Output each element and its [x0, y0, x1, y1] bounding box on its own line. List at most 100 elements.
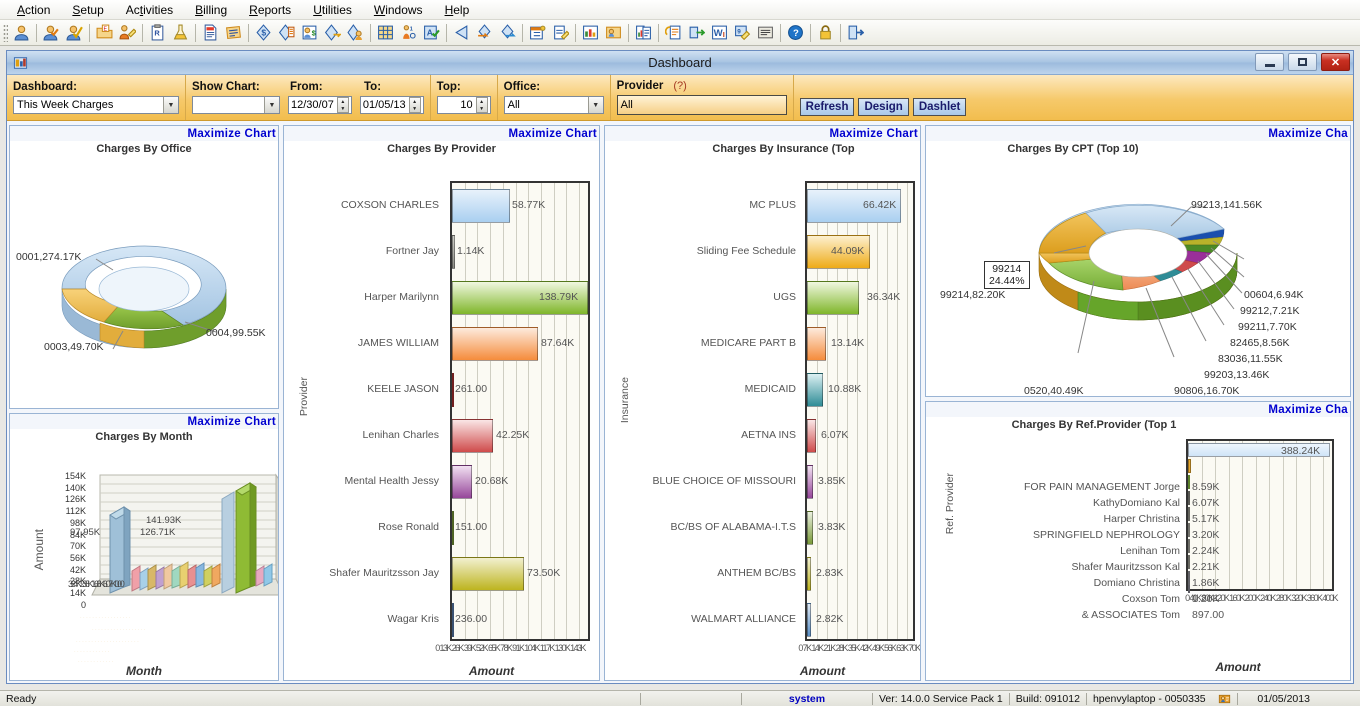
- calendar-icon[interactable]: [527, 22, 548, 43]
- refresh-list-icon[interactable]: [663, 22, 684, 43]
- ref-provider-bar-3[interactable]: [1188, 491, 1190, 505]
- provider-value-9: 236.00: [455, 613, 487, 625]
- provider-bar-9[interactable]: [452, 603, 454, 637]
- insurance-bar-3[interactable]: [807, 327, 826, 361]
- menu-item-billing[interactable]: Billing: [184, 1, 238, 19]
- office-select[interactable]: All ▼: [504, 96, 604, 114]
- doc-icon[interactable]: [200, 22, 221, 43]
- lock-icon[interactable]: [815, 22, 836, 43]
- insurance-bar-7[interactable]: [807, 511, 813, 545]
- open-folder-icon[interactable]: E: [94, 22, 115, 43]
- provider-bar-1[interactable]: [452, 235, 455, 269]
- ref-provider-bar-1[interactable]: [1188, 459, 1191, 473]
- ref-provider-category-5: Lenihan Tom: [1120, 545, 1180, 557]
- ref-provider-bar-5[interactable]: [1188, 523, 1190, 537]
- charge-list-icon[interactable]: [276, 22, 297, 43]
- top-input[interactable]: 10 ▲▼: [437, 96, 491, 114]
- ref-provider-bar-7[interactable]: [1188, 555, 1190, 569]
- maximize-button[interactable]: [1288, 53, 1317, 71]
- dashlet-button[interactable]: Dashlet: [913, 98, 967, 116]
- exit-icon[interactable]: [845, 22, 866, 43]
- ref-provider-bar-9[interactable]: [1188, 585, 1190, 593]
- insurance-bar-5[interactable]: [807, 419, 816, 453]
- provider-bar-0[interactable]: [452, 189, 510, 223]
- menu-item-setup[interactable]: Setup: [61, 1, 114, 19]
- top-spinner[interactable]: ▲▼: [476, 97, 488, 113]
- receive-icon[interactable]: [474, 22, 495, 43]
- menu-item-reports[interactable]: Reports: [238, 1, 302, 19]
- grid-icon[interactable]: [375, 22, 396, 43]
- provider-bar-7[interactable]: [452, 511, 454, 545]
- maximize-chart-link[interactable]: Maximize Chart: [829, 128, 918, 140]
- insurance-value-0: 66.42K: [863, 199, 896, 211]
- send-icon[interactable]: [497, 22, 518, 43]
- contact-card-icon[interactable]: [603, 22, 624, 43]
- patient-verify-icon[interactable]: [64, 22, 85, 43]
- reports-icon[interactable]: [633, 22, 654, 43]
- lab-flask-icon[interactable]: [170, 22, 191, 43]
- help-icon[interactable]: ?: [785, 22, 806, 43]
- month-chart-y-ticks: 154K 140K 126K 112K 98K 84K 70K 56K 42K …: [52, 471, 86, 611]
- show-chart-select[interactable]: ▼: [192, 96, 280, 114]
- claim-icon[interactable]: [322, 22, 343, 43]
- design-button[interactable]: Design: [858, 98, 908, 116]
- insurance-bar-4[interactable]: [807, 373, 823, 407]
- chevron-down-icon[interactable]: ▼: [588, 97, 603, 113]
- minimize-button[interactable]: [1255, 53, 1284, 71]
- from-date-spinner[interactable]: ▲▼: [337, 97, 349, 113]
- maximize-chart-link[interactable]: Maximize Chart: [187, 416, 276, 428]
- edit-person-icon[interactable]: [117, 22, 138, 43]
- insurance-bar-6[interactable]: [807, 465, 813, 499]
- insurance-bar-8[interactable]: [807, 557, 811, 591]
- ref-provider-bar-6[interactable]: [1188, 539, 1190, 553]
- claim-person-icon[interactable]: [345, 22, 366, 43]
- close-button[interactable]: ✕: [1321, 53, 1350, 71]
- to-date-spinner[interactable]: ▲▼: [409, 97, 421, 113]
- user-card-icon[interactable]: [1212, 692, 1237, 706]
- insurance-bar-2[interactable]: [807, 281, 859, 315]
- schedule-edit-icon[interactable]: [550, 22, 571, 43]
- top-label: Top:: [437, 81, 461, 94]
- notes-icon[interactable]: [223, 22, 244, 43]
- maximize-chart-link[interactable]: Maximize Cha: [1268, 404, 1348, 416]
- cpt-slice-label-83036: 83036,11.55K: [1218, 353, 1283, 365]
- back-arrow-icon[interactable]: [451, 22, 472, 43]
- menu-item-help[interactable]: Help: [434, 1, 481, 19]
- alpha-check-icon[interactable]: A: [421, 22, 442, 43]
- export-icon[interactable]: [686, 22, 707, 43]
- refresh-button[interactable]: Refresh: [800, 98, 855, 116]
- rx-clipboard-icon[interactable]: R: [147, 22, 168, 43]
- posting-icon[interactable]: 1: [398, 22, 419, 43]
- bar-report-icon[interactable]: [580, 22, 601, 43]
- provider-input[interactable]: All: [617, 95, 787, 115]
- statement-icon[interactable]: [755, 22, 776, 43]
- word-icon[interactable]: WI: [709, 22, 730, 43]
- toolbar-grip[interactable]: [3, 24, 8, 42]
- menu-item-activities[interactable]: Activities: [115, 1, 184, 19]
- chevron-down-icon[interactable]: ▼: [264, 97, 279, 113]
- charge-icon[interactable]: $: [253, 22, 274, 43]
- insurance-bar-9[interactable]: [807, 603, 811, 637]
- maximize-chart-link[interactable]: Maximize Chart: [187, 128, 276, 140]
- menu-item-action[interactable]: Action: [6, 1, 61, 19]
- patient-icon[interactable]: [11, 22, 32, 43]
- chevron-down-icon[interactable]: ▼: [163, 97, 178, 113]
- provider-bar-8[interactable]: [452, 557, 524, 591]
- maximize-chart-link[interactable]: Maximize Chart: [508, 128, 597, 140]
- provider-bar-6[interactable]: [452, 465, 472, 499]
- provider-bar-4[interactable]: [452, 373, 454, 407]
- ref-provider-bar-2[interactable]: [1188, 475, 1190, 489]
- ref-provider-bar-8[interactable]: [1188, 571, 1190, 585]
- payment-person-icon[interactable]: $: [299, 22, 320, 43]
- menu-item-utilities[interactable]: Utilities: [302, 1, 363, 19]
- from-date-input[interactable]: 12/30/07 ▲▼: [288, 96, 352, 114]
- provider-bar-3[interactable]: [452, 327, 538, 361]
- provider-bar-5[interactable]: [452, 419, 493, 453]
- dashboard-select[interactable]: This Week Charges ▼: [13, 96, 179, 114]
- ref-provider-bar-4[interactable]: [1188, 507, 1190, 521]
- menu-item-windows[interactable]: Windows: [363, 1, 434, 19]
- patient-check-icon[interactable]: [41, 22, 62, 43]
- design-icon[interactable]: 9: [732, 22, 753, 43]
- maximize-chart-link[interactable]: Maximize Cha: [1268, 128, 1348, 140]
- to-date-input[interactable]: 01/05/13 ▲▼: [360, 96, 424, 114]
